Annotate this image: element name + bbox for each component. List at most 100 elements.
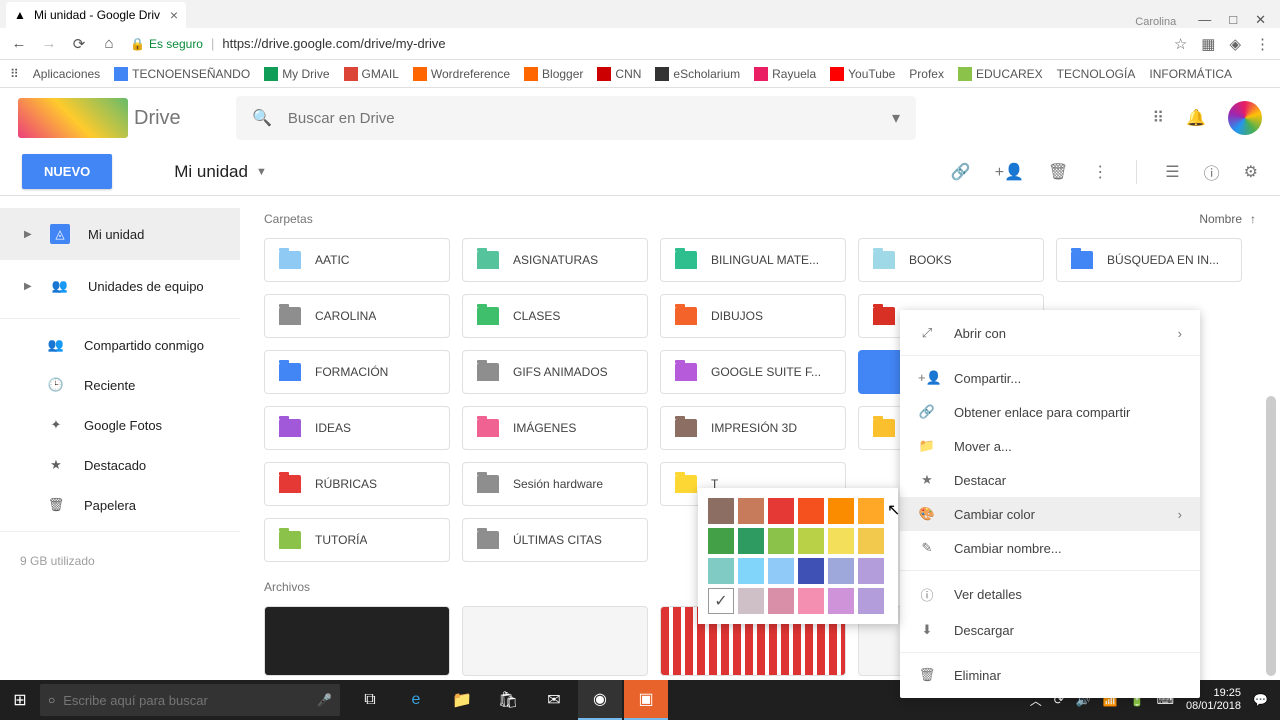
chrome-user[interactable]: Carolina — [1135, 16, 1184, 28]
color-swatch[interactable] — [708, 498, 734, 524]
close-window-icon[interactable]: ✕ — [1255, 12, 1266, 28]
scrollbar[interactable] — [1266, 396, 1276, 676]
bookmark-item[interactable]: Profex — [909, 67, 944, 81]
color-swatch[interactable]: ✓ — [708, 588, 734, 614]
folder-item[interactable]: AATIC — [264, 238, 450, 282]
color-swatch[interactable] — [768, 588, 794, 614]
color-swatch[interactable] — [858, 528, 884, 554]
folder-item[interactable]: IMÁGENES — [462, 406, 648, 450]
folder-item[interactable]: RÚBRICAS — [264, 462, 450, 506]
context-menu-item[interactable]: ✎Cambiar nombre... — [900, 531, 1200, 565]
chrome-icon[interactable]: ◉ — [578, 680, 622, 720]
sidebar-item-trash[interactable]: 🗑Papelera — [0, 485, 240, 525]
taskbar-search[interactable]: ○ 🎤 — [40, 684, 340, 716]
color-swatch[interactable] — [828, 558, 854, 584]
expand-icon[interactable]: ▶ — [24, 281, 32, 292]
close-tab-icon[interactable]: × — [170, 7, 178, 23]
folder-item[interactable]: GOOGLE SUITE F... — [660, 350, 846, 394]
sidebar-item-starred[interactable]: ★Destacado — [0, 445, 240, 485]
color-swatch[interactable] — [738, 558, 764, 584]
explorer-icon[interactable]: 📁 — [440, 680, 484, 720]
context-menu-item[interactable]: ★Destacar — [900, 463, 1200, 497]
context-menu-item[interactable]: +👤Compartir... — [900, 361, 1200, 395]
home-icon[interactable]: ⌂ — [100, 35, 118, 52]
context-menu-item[interactable]: 🔗Obtener enlace para compartir — [900, 395, 1200, 429]
search-box[interactable]: 🔍 ▾ — [236, 96, 916, 140]
more-icon[interactable]: ⋮ — [1092, 162, 1108, 182]
color-swatch[interactable] — [828, 498, 854, 524]
sort-control[interactable]: Nombre ↑ — [1199, 212, 1256, 226]
color-swatch[interactable] — [708, 528, 734, 554]
bookmark-item[interactable]: YouTube — [830, 67, 895, 81]
expand-icon[interactable]: ▶ — [24, 229, 32, 240]
folder-item[interactable]: BILINGUAL MATE... — [660, 238, 846, 282]
breadcrumb[interactable]: Mi unidad ▼ — [174, 162, 267, 182]
notifications-tray-icon[interactable]: 💬 — [1253, 693, 1268, 707]
bookmark-item[interactable]: Rayuela — [754, 67, 816, 81]
context-menu-item[interactable]: ⤢Abrir con› — [900, 316, 1200, 350]
maximize-icon[interactable]: □ — [1229, 12, 1237, 28]
browser-tab[interactable]: ▲ Mi unidad - Google Driv × — [6, 2, 186, 28]
logo[interactable]: Drive — [18, 98, 218, 138]
start-button[interactable]: ⊞ — [0, 690, 40, 710]
sidebar-item-my-drive[interactable]: ▶ ◬ Mi unidad — [0, 208, 240, 260]
bookmark-item[interactable]: EDUCAREX — [958, 67, 1043, 81]
reload-icon[interactable]: ⟳ — [70, 35, 88, 53]
bookmark-item[interactable]: INFORMÁTICA — [1149, 67, 1232, 81]
color-swatch[interactable] — [738, 588, 764, 614]
apps-icon[interactable]: ⠿ — [10, 67, 19, 81]
task-view-icon[interactable]: ⧉ — [348, 680, 392, 720]
bookmark-item[interactable]: Blogger — [524, 67, 583, 81]
avatar[interactable] — [1228, 101, 1262, 135]
color-swatch[interactable] — [858, 558, 884, 584]
list-view-icon[interactable]: ☰ — [1165, 162, 1179, 182]
context-menu-item[interactable]: ⬇Descargar — [900, 613, 1200, 647]
bookmark-item[interactable]: eScholarium — [655, 67, 740, 81]
context-menu-item[interactable]: 🎨Cambiar color› — [900, 497, 1200, 531]
color-swatch[interactable] — [798, 528, 824, 554]
add-person-icon[interactable]: +👤 — [995, 162, 1024, 182]
color-swatch[interactable] — [768, 498, 794, 524]
notifications-icon[interactable]: 🔔 — [1186, 108, 1206, 128]
mail-icon[interactable]: ✉ — [532, 680, 576, 720]
color-swatch[interactable] — [738, 528, 764, 554]
url-field[interactable]: 🔒 Es seguro | https://drive.google.com/d… — [130, 36, 1162, 51]
file-thumbnail[interactable] — [462, 606, 648, 676]
folder-item[interactable]: ASIGNATURAS — [462, 238, 648, 282]
back-icon[interactable]: ← — [10, 35, 28, 52]
folder-item[interactable]: FORMACIÓN — [264, 350, 450, 394]
bookmark-item[interactable]: TECNOENSEÑANDO — [114, 67, 250, 81]
color-swatch[interactable] — [798, 558, 824, 584]
extension2-icon[interactable]: ◈ — [1229, 35, 1241, 53]
folder-item[interactable]: TUTORÍA — [264, 518, 450, 562]
trash-icon[interactable]: 🗑 — [1048, 162, 1068, 182]
recorder-icon[interactable]: ▣ — [624, 680, 668, 720]
link-icon[interactable]: 🔗 — [951, 162, 971, 182]
bookmark-item[interactable]: GMAIL — [344, 67, 399, 81]
color-swatch[interactable] — [858, 498, 884, 524]
folder-item[interactable]: BÚSQUEDA EN IN... — [1056, 238, 1242, 282]
file-thumbnail[interactable] — [264, 606, 450, 676]
color-swatch[interactable] — [768, 528, 794, 554]
folder-item[interactable]: CLASES — [462, 294, 648, 338]
folder-item[interactable]: IMPRESIÓN 3D — [660, 406, 846, 450]
color-swatch[interactable] — [858, 588, 884, 614]
folder-item[interactable]: ÚLTIMAS CITAS — [462, 518, 648, 562]
store-icon[interactable]: 🛍 — [486, 680, 530, 720]
info-icon[interactable]: ⓘ — [1204, 160, 1220, 184]
menu-icon[interactable]: ⋮ — [1255, 35, 1270, 53]
context-menu-item[interactable]: ⓘVer detalles — [900, 576, 1200, 613]
folder-item[interactable]: CAROLINA — [264, 294, 450, 338]
bookmark-item[interactable]: My Drive — [264, 67, 329, 81]
gear-icon[interactable]: ⚙ — [1244, 162, 1258, 182]
color-swatch[interactable] — [828, 588, 854, 614]
folder-item[interactable]: IDEAS — [264, 406, 450, 450]
apps-grid-icon[interactable]: ⠿ — [1152, 108, 1164, 128]
context-menu-item[interactable]: 📁Mover a... — [900, 429, 1200, 463]
color-swatch[interactable] — [828, 528, 854, 554]
context-menu-item[interactable]: 🗑Eliminar — [900, 658, 1200, 692]
sidebar-item-recent[interactable]: 🕒Reciente — [0, 365, 240, 405]
sidebar-item-shared[interactable]: 👥Compartido conmigo — [0, 325, 240, 365]
sidebar-item-photos[interactable]: ✦Google Fotos — [0, 405, 240, 445]
star-icon[interactable]: ☆ — [1174, 35, 1187, 53]
